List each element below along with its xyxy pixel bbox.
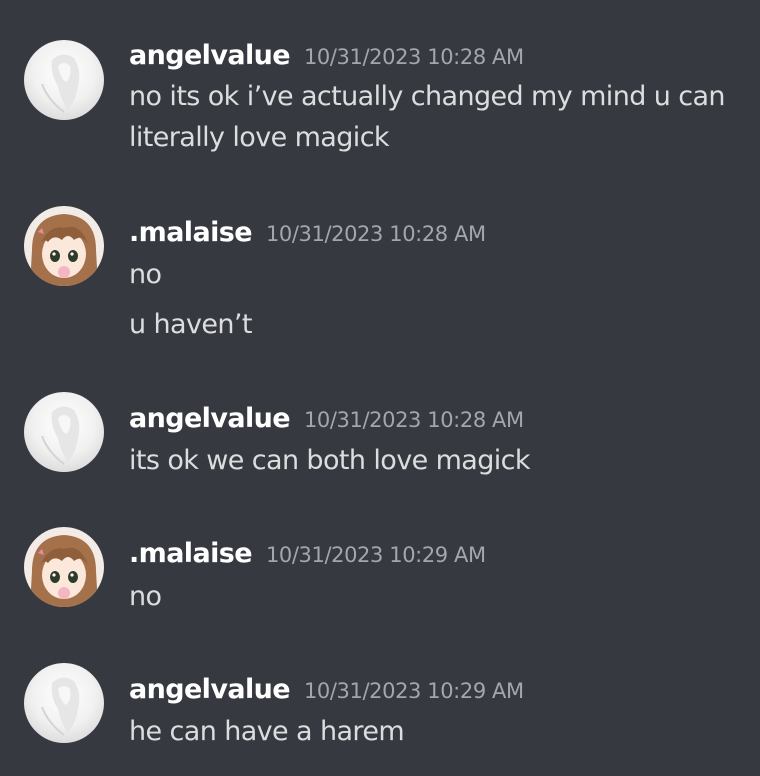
malaise-avatar-icon[interactable] (24, 527, 104, 607)
malaise-avatar-icon[interactable] (24, 206, 104, 286)
timestamp: 10/31/2023 10:29 AM (265, 543, 486, 567)
angelvalue-avatar-icon[interactable] (24, 663, 104, 743)
timestamp: 10/31/2023 10:28 AM (265, 222, 486, 246)
timestamp: 10/31/2023 10:29 AM (303, 679, 524, 703)
message-header: angelvalue 10/31/2023 10:28 AM (129, 42, 524, 69)
message-text: literally love magick (129, 122, 390, 153)
username[interactable]: angelvalue (129, 674, 291, 705)
message-header: .malaise 10/31/2023 10:28 AM (129, 219, 486, 246)
username[interactable]: angelvalue (129, 403, 291, 434)
username[interactable]: angelvalue (129, 40, 291, 71)
timestamp: 10/31/2023 10:28 AM (303, 408, 524, 432)
message-text: u haven’t (129, 309, 252, 340)
angelvalue-avatar-icon[interactable] (24, 40, 104, 120)
username[interactable]: .malaise (129, 538, 253, 569)
message-text: he can have a harem (129, 716, 405, 747)
angelvalue-avatar-icon[interactable] (24, 392, 104, 472)
message-text: no its ok i’ve actually changed my mind … (129, 81, 726, 112)
message-text: no (129, 581, 162, 612)
message-text: its ok we can both love magick (129, 445, 531, 476)
timestamp: 10/31/2023 10:28 AM (303, 45, 524, 69)
message-text: no (129, 259, 162, 290)
message-header: angelvalue 10/31/2023 10:29 AM (129, 676, 524, 703)
username[interactable]: .malaise (129, 217, 253, 248)
message-header: .malaise 10/31/2023 10:29 AM (129, 540, 486, 567)
message-header: angelvalue 10/31/2023 10:28 AM (129, 405, 524, 432)
